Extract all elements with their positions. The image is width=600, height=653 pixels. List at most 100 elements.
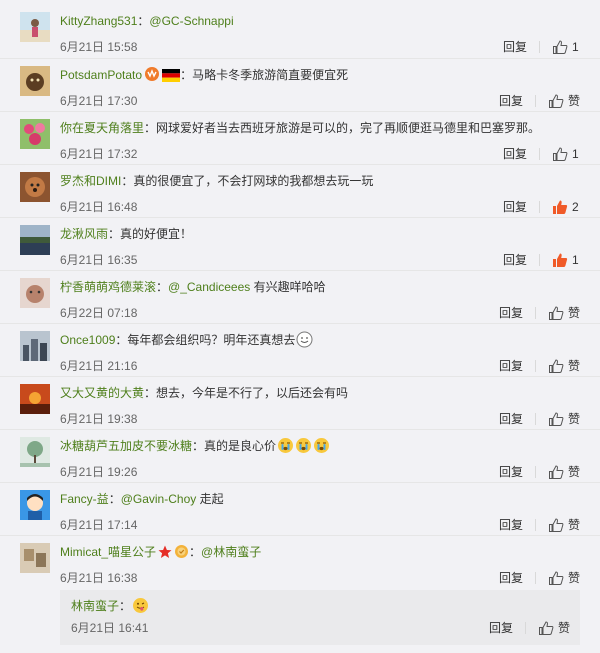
comment-actions: 回复 赞 — [499, 305, 580, 321]
like-button[interactable]: 赞 — [548, 305, 580, 321]
star-badge-icon — [158, 545, 172, 559]
thumbs-up-icon — [548, 359, 564, 373]
reply-button[interactable]: 回复 — [499, 358, 523, 374]
comment-time: 6月21日 16:48 — [60, 200, 138, 214]
reply-button[interactable]: 回复 — [499, 570, 523, 586]
avatar[interactable] — [20, 490, 50, 520]
reply-button[interactable]: 回复 — [503, 146, 527, 162]
mention-link[interactable]: @_Candiceees — [168, 280, 250, 294]
like-count: 赞 — [557, 621, 570, 635]
reply-button[interactable]: 回复 — [499, 517, 523, 533]
nested-reply: 林南蛮子： 6月21日 16:41 回复 赞 — [60, 590, 580, 645]
avatar[interactable] — [20, 278, 50, 308]
commenter-name[interactable]: Once1009 — [60, 333, 115, 347]
comment-text: 想去，今年是不行了，以后还会有吗 — [156, 386, 349, 400]
like-button[interactable]: 赞 — [538, 620, 570, 636]
thumbs-up-icon — [548, 94, 564, 108]
replier-name[interactable]: 林南蛮子 — [71, 599, 119, 613]
name-separator: ： — [108, 227, 121, 241]
commenter-name[interactable]: 罗杰和DIMI — [60, 174, 121, 188]
commenter-name[interactable]: 柠香萌萌鸡德莱滚 — [60, 280, 156, 294]
action-divider — [539, 148, 540, 160]
comment-text: 真的很便宜了，不会打网球的我都想去玩一玩 — [133, 174, 374, 188]
reply-button[interactable]: 回复 — [489, 620, 513, 636]
comment-content: 柠香萌萌鸡德莱滚：@_Candiceees 有兴趣咩哈哈 — [60, 278, 580, 296]
mention-link[interactable]: @林南蛮子 — [201, 545, 261, 559]
crying-emoji-icon — [295, 437, 312, 454]
avatar[interactable] — [20, 225, 50, 255]
like-button[interactable]: 赞 — [548, 411, 580, 427]
avatar[interactable] — [20, 384, 50, 414]
like-count: 赞 — [567, 359, 580, 373]
comment-item: Mimicat_喵星公子 ：@林南蛮子 6月21日 16:38 回复 赞 — [0, 536, 600, 589]
crying-emoji-icon — [313, 437, 330, 454]
avatar[interactable] — [20, 331, 50, 361]
like-button[interactable]: 1 — [552, 252, 580, 268]
avatar[interactable] — [20, 437, 50, 467]
like-button[interactable]: 1 — [552, 146, 580, 162]
like-button[interactable]: 赞 — [548, 570, 580, 586]
comment-time: 6月22日 07:18 — [60, 306, 138, 320]
reply-button[interactable]: 回复 — [499, 93, 523, 109]
comment-text: 真的是良心价 — [204, 439, 277, 453]
smile-emoji-icon — [296, 331, 313, 348]
commenter-name[interactable]: 龙湫风雨 — [60, 227, 108, 241]
comment-content: Once1009：每年都会组织吗？明年还真想去 — [60, 331, 580, 349]
comment-item: 又大又黄的大黄：想去，今年是不行了，以后还会有吗 6月21日 19:38 回复 赞 — [0, 377, 600, 430]
commenter-name[interactable]: 你在夏天角落里 — [60, 121, 144, 135]
thumbs-up-icon — [548, 571, 564, 585]
reply-button[interactable]: 回复 — [503, 39, 527, 55]
action-divider — [539, 254, 540, 266]
reply-button[interactable]: 回复 — [503, 199, 527, 215]
mention-link[interactable]: @GC-Schnappi — [149, 14, 233, 28]
comment-time: 6月21日 16:38 — [60, 571, 138, 585]
avatar[interactable] — [20, 172, 50, 202]
comment-content: 冰糖葫芦五加皮不要冰糖：真的是良心价 — [60, 437, 580, 455]
commenter-name[interactable]: Fancy-益 — [60, 492, 109, 506]
comment-actions: 回复 赞 — [499, 464, 580, 480]
action-divider — [534, 519, 536, 531]
name-separator: ： — [180, 68, 193, 82]
reply-button[interactable]: 回复 — [499, 411, 523, 427]
name-separator: ： — [192, 439, 205, 453]
germany-flag-icon — [162, 69, 181, 82]
comment-content: 罗杰和DIMI：真的很便宜了，不会打网球的我都想去玩一玩 — [60, 172, 580, 190]
like-count: 赞 — [567, 518, 580, 532]
thumbs-up-icon — [548, 465, 564, 479]
comment-content: Mimicat_喵星公子 ：@林南蛮子 — [60, 543, 580, 561]
comment-content: 龙湫风雨：真的好便宜！ — [60, 225, 580, 243]
comment-item: Fancy-益：@Gavin-Choy 走起 6月21日 17:14 回复 赞 — [0, 483, 600, 536]
comment-time: 6月21日 15:58 — [60, 40, 138, 54]
commenter-name[interactable]: PotsdamPotato — [60, 68, 142, 82]
commenter-name[interactable]: 冰糖葫芦五加皮不要冰糖 — [60, 439, 192, 453]
commenter-name[interactable]: KittyZhang531 — [60, 14, 137, 28]
commenter-name[interactable]: Mimicat_喵星公子 — [60, 545, 156, 559]
avatar[interactable] — [20, 66, 50, 96]
like-button[interactable]: 赞 — [548, 464, 580, 480]
reply-button[interactable]: 回复 — [499, 464, 523, 480]
like-button[interactable]: 1 — [552, 39, 580, 55]
reply-button[interactable]: 回复 — [499, 305, 523, 321]
like-count: 1 — [572, 147, 579, 161]
comment-item: 龙湫风雨：真的好便宜！ 6月21日 16:35 回复 1 — [0, 218, 600, 271]
thumbs-up-icon — [553, 253, 568, 267]
comment-time: 6月21日 17:14 — [60, 518, 138, 532]
comment-item: 罗杰和DIMI：真的很便宜了，不会打网球的我都想去玩一玩 6月21日 16:48 回… — [0, 165, 600, 218]
avatar[interactable] — [20, 119, 50, 149]
reply-button[interactable]: 回复 — [503, 252, 527, 268]
like-button[interactable]: 赞 — [548, 358, 580, 374]
like-button[interactable]: 赞 — [548, 517, 580, 533]
mention-link[interactable]: @Gavin-Choy — [121, 492, 197, 506]
avatar[interactable] — [20, 12, 50, 42]
action-divider — [534, 466, 536, 478]
thumbs-up-icon — [553, 147, 568, 161]
like-button[interactable]: 赞 — [548, 93, 580, 109]
commenter-name[interactable]: 又大又黄的大黄 — [60, 386, 144, 400]
comment-list: KittyZhang531 ： @GC-Schnappi 6月21日 15:58 回复 1… — [0, 0, 600, 653]
like-button[interactable]: 2 — [552, 199, 580, 215]
comment-content: Fancy-益：@Gavin-Choy 走起 — [60, 490, 580, 508]
avatar[interactable] — [20, 543, 50, 573]
like-count: 赞 — [567, 412, 580, 426]
name-separator: ： — [115, 333, 128, 347]
action-divider — [524, 622, 526, 634]
